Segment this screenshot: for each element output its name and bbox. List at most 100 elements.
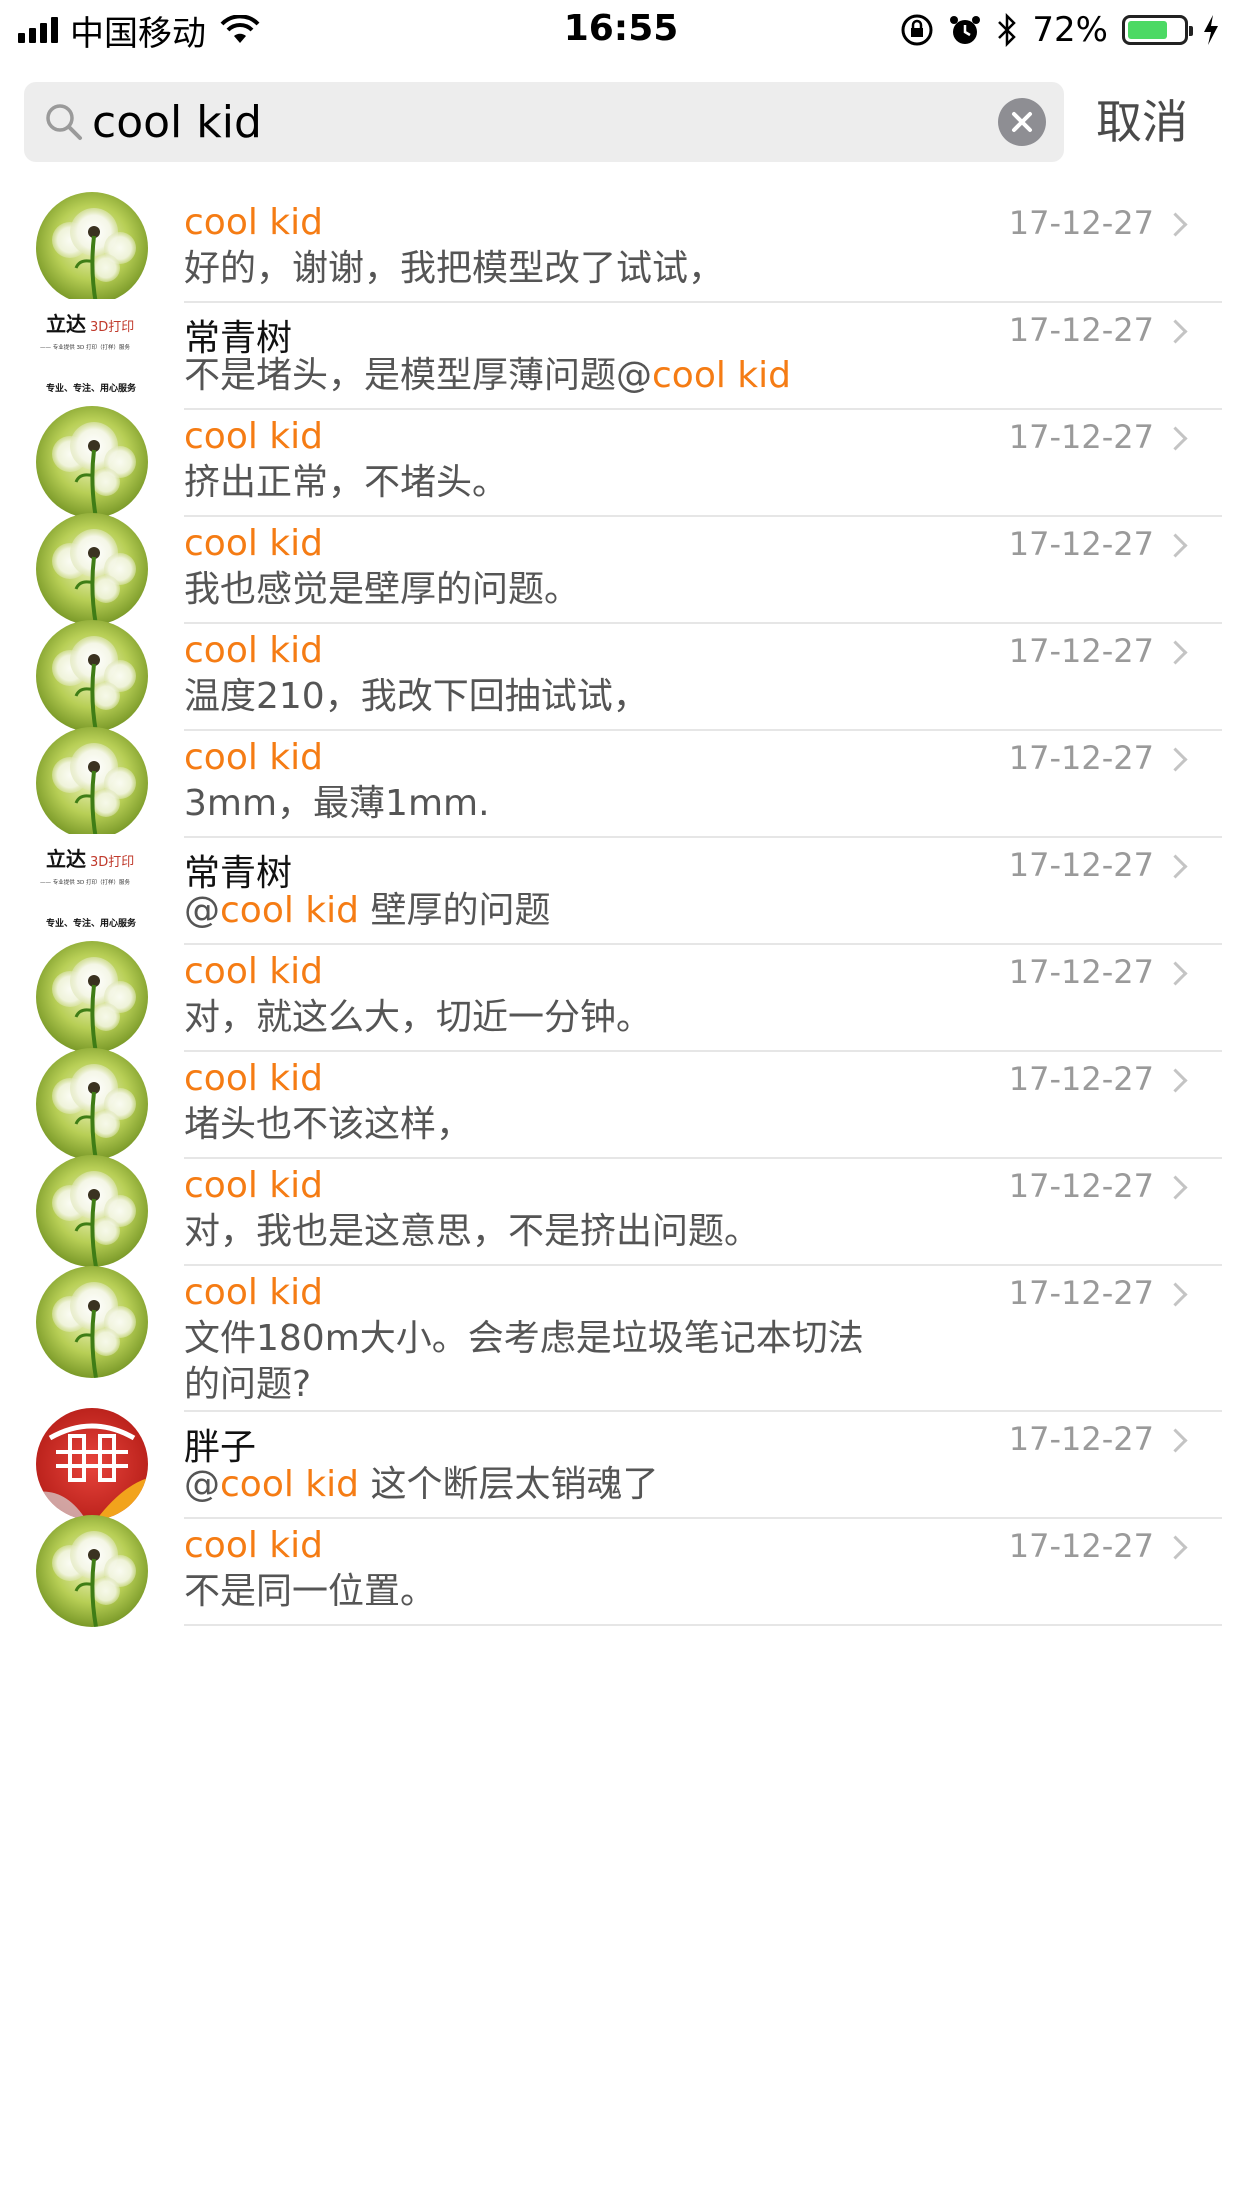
message-preview: 挤出正常，不堵头。 [184,462,509,503]
sender-name: cool kid [184,523,323,564]
message-text: @ [184,890,220,931]
result-row[interactable]: cool kid 17-12-27 堵头也不该这样， [0,1048,1242,1160]
svg-text:专业、专注、用心服务: 专业、专注、用心服务 [46,917,137,929]
search-field[interactable] [24,82,1064,162]
chevron-right-icon [1163,533,1188,558]
chevron-right-icon [1163,854,1188,879]
red-pattern-avatar [36,1408,148,1520]
chevron-right-icon [1163,961,1188,986]
svg-text:—— 专业提供 3D 打印（打样）服务: —— 专业提供 3D 打印（打样）服务 [40,343,130,351]
message-date: 17-12-27 [1008,1527,1154,1565]
logo-avatar: 立达 3D打印 —— 专业提供 3D 打印（打样）服务 专业、专注、用心服务 [36,299,148,411]
message-date: 17-12-27 [1008,1060,1154,1098]
svg-text:专业、专注、用心服务: 专业、专注、用心服务 [46,382,137,394]
sender-name: cool kid [184,416,323,457]
chevron-right-icon [1163,319,1188,344]
clear-search-button[interactable] [998,98,1046,146]
message-preview: 好的，谢谢，我把模型改了试试， [184,248,725,289]
dandelion-avatar [36,192,148,304]
sender-name: cool kid [184,1058,323,1099]
result-row[interactable]: cool kid 17-12-27 对，就这么大，切近一分钟。 [0,941,1242,1053]
mention-highlight: cool kid [220,890,359,931]
dandelion-avatar [36,1155,148,1267]
dandelion-avatar [36,1266,148,1378]
dandelion-avatar [36,620,148,732]
result-row[interactable]: cool kid 17-12-27 挤出正常，不堵头。 [0,406,1242,518]
result-list: cool kid 17-12-27 好的，谢谢，我把模型改了试试， 立达 3D打印 —— … [0,192,1242,1627]
message-preview: 对，就这么大，切近一分钟。 [184,997,653,1038]
close-icon [1012,112,1032,132]
sender-name: cool kid [184,1272,323,1313]
result-row[interactable]: 胖子 17-12-27 @cool kid 这个断层太销魂了 [0,1408,1242,1520]
message-date: 17-12-27 [1008,1167,1154,1205]
message-preview: 不是同一位置。 [184,1571,437,1612]
message-preview: @cool kid 壁厚的问题 [184,888,884,934]
row-divider [184,1624,1222,1626]
bluetooth-icon [998,13,1017,47]
message-date: 17-12-27 [1008,1274,1154,1312]
result-row[interactable]: cool kid 17-12-27 好的，谢谢，我把模型改了试试， [0,192,1242,304]
message-preview: 对，我也是这意思，不是挤出问题。 [184,1211,761,1252]
battery-fill [1128,21,1167,39]
message-text: @ [184,1464,220,1505]
message-date: 17-12-27 [1008,846,1154,884]
svg-text:—— 专业提供 3D 打印（打样）服务: —— 专业提供 3D 打印（打样）服务 [40,878,130,886]
orientation-lock-icon [901,14,933,46]
result-row[interactable]: cool kid 17-12-27 对，我也是这意思，不是挤出问题。 [0,1155,1242,1267]
status-bar: 中国移动 16:55 72% [0,0,1242,60]
dandelion-avatar [36,1515,148,1627]
message-preview: 温度210，我改下回抽试试， [184,676,649,717]
svg-text:立达: 立达 [46,847,86,871]
dandelion-avatar [36,941,148,1053]
message-preview: 我也感觉是壁厚的问题。 [184,569,581,610]
sender-name: cool kid [184,737,323,778]
chevron-right-icon [1163,1068,1188,1093]
svg-text:3D打印: 3D打印 [90,320,134,335]
result-row[interactable]: 立达 3D打印 —— 专业提供 3D 打印（打样）服务 专业、专注、用心服务 常青树 17… [0,299,1242,411]
message-date: 17-12-27 [1008,1420,1154,1458]
result-row[interactable]: cool kid 17-12-27 不是同一位置。 [0,1515,1242,1627]
message-date: 17-12-27 [1008,311,1154,349]
mention-highlight: cool kid [652,355,792,396]
message-date: 17-12-27 [1008,204,1154,242]
message-preview: 文件180m大小。会考虑是垃圾笔记本切法的问题? [184,1318,864,1405]
dandelion-avatar [36,513,148,625]
sender-name: cool kid [184,202,323,243]
result-row[interactable]: cool kid 17-12-27 文件180m大小。会考虑是垃圾笔记本切法的问题? [0,1266,1242,1412]
message-text: 壁厚的问题 [359,890,551,931]
charging-icon [1204,15,1218,45]
logo-avatar: 立达 3D打印 —— 专业提供 3D 打印（打样）服务专业、专注、用心服务 [36,834,148,946]
svg-text:3D打印: 3D打印 [90,855,134,870]
sender-name: cool kid [184,1525,323,1566]
search-bar: 取消 [0,80,1242,164]
result-row[interactable]: 立达 3D打印 —— 专业提供 3D 打印（打样）服务 专业、专注、用心服务 常青树 17… [0,834,1242,946]
message-date: 17-12-27 [1008,525,1154,563]
cancel-button[interactable]: 取消 [1096,80,1188,164]
message-preview: 3mm，最薄1mm. [184,783,490,824]
chevron-right-icon [1163,1282,1188,1307]
result-row[interactable]: cool kid 17-12-27 3mm，最薄1mm. [0,727,1242,839]
search-icon [46,104,82,140]
chevron-right-icon [1163,1175,1188,1200]
chevron-right-icon [1163,212,1188,237]
result-row[interactable]: cool kid 17-12-27 我也感觉是壁厚的问题。 [0,513,1242,625]
message-preview: 不是堵头，是模型厚薄问题@cool kid [184,353,884,399]
message-date: 17-12-27 [1008,418,1154,456]
dandelion-avatar [36,1048,148,1160]
sender-name: cool kid [184,1165,323,1206]
result-row[interactable]: cool kid 17-12-27 温度210，我改下回抽试试， [0,620,1242,732]
chevron-right-icon [1163,1535,1188,1560]
message-preview: 堵头也不该这样， [184,1104,473,1145]
dandelion-avatar [36,406,148,518]
status-right: 72% [900,8,1220,52]
message-date: 17-12-27 [1008,632,1154,670]
battery-percent: 72% [1032,10,1108,50]
alarm-icon [950,16,981,44]
message-preview: @cool kid 这个断层太销魂了 [184,1462,884,1508]
mention-highlight: cool kid [220,1464,359,1505]
sender-name: cool kid [184,951,323,992]
message-text: 不是堵头，是模型厚薄问题@ [184,355,653,396]
chevron-right-icon [1163,1428,1188,1453]
search-input[interactable] [92,82,992,162]
message-text: 这个断层太销魂了 [359,1464,659,1505]
